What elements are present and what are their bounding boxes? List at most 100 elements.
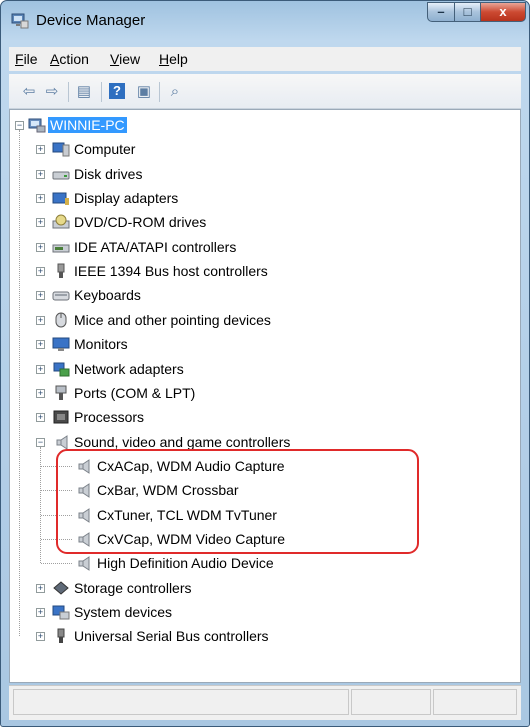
expand-icon[interactable]: + bbox=[36, 583, 45, 593]
tree-node[interactable]: + DVD/CD-ROM drives bbox=[10, 211, 518, 233]
tree-connector-line bbox=[19, 130, 20, 637]
speaker-icon bbox=[74, 555, 92, 572]
tree-node[interactable]: + Mice and other pointing devices bbox=[10, 309, 518, 331]
status-panel-3 bbox=[433, 689, 517, 715]
tree-node-label: High Definition Audio Device bbox=[97, 555, 274, 572]
menu-file[interactable]: File bbox=[15, 51, 38, 67]
expand-icon[interactable]: + bbox=[36, 242, 45, 252]
tree-node-label: Universal Serial Bus controllers bbox=[74, 628, 269, 645]
tree-node-label: Storage controllers bbox=[74, 579, 192, 596]
tree-node[interactable]: + Network adapters bbox=[10, 358, 518, 380]
close-icon: x bbox=[499, 4, 507, 19]
status-panel-2 bbox=[351, 689, 431, 715]
scan-hardware-icon[interactable]: ⌕ bbox=[165, 83, 185, 101]
expand-icon[interactable]: + bbox=[36, 388, 45, 398]
tree-node-label: System devices bbox=[74, 604, 173, 620]
tree-node-label: Ports (COM & LPT) bbox=[74, 384, 196, 401]
toolbar-separator bbox=[101, 82, 102, 102]
device-tree[interactable]: − WINNIE-PC + Computer + Disk drives + Display … bbox=[9, 109, 521, 683]
disk-drive-icon bbox=[52, 166, 70, 182]
processor-icon bbox=[52, 409, 70, 425]
expand-icon[interactable]: + bbox=[36, 608, 45, 617]
menu-help[interactable]: Help bbox=[159, 51, 188, 67]
expand-icon[interactable]: + bbox=[36, 291, 45, 301]
expand-icon[interactable]: + bbox=[36, 169, 45, 179]
computer-network-icon bbox=[28, 117, 46, 133]
tree-node-label: Processors bbox=[74, 409, 145, 426]
storage-controller-icon bbox=[52, 580, 70, 596]
minimize-button[interactable]: – bbox=[427, 2, 455, 22]
port-icon bbox=[52, 385, 70, 401]
tree-node[interactable]: + IEEE 1394 Bus host controllers bbox=[10, 260, 518, 282]
minimize-icon: – bbox=[437, 4, 445, 19]
expand-icon[interactable]: + bbox=[36, 413, 45, 423]
keyboard-icon bbox=[52, 287, 70, 303]
mouse-icon bbox=[52, 312, 70, 328]
expand-icon[interactable]: + bbox=[36, 340, 45, 350]
expand-icon[interactable]: + bbox=[36, 315, 45, 325]
tree-node[interactable]: + Storage controllers bbox=[10, 577, 518, 599]
dvd-drive-icon bbox=[52, 214, 70, 230]
forward-arrow-icon[interactable]: ⇨ bbox=[42, 83, 62, 101]
collapse-icon[interactable]: − bbox=[15, 121, 24, 130]
tree-node[interactable]: + System devices bbox=[10, 601, 518, 623]
tree-node[interactable]: + Ports (COM & LPT) bbox=[10, 382, 518, 404]
window-title: Device Manager bbox=[36, 12, 146, 29]
tree-node-label: Monitors bbox=[74, 336, 128, 353]
tree-node[interactable]: + Processors bbox=[10, 406, 518, 428]
tree-node-label: IDE ATA/ATAPI controllers bbox=[74, 238, 237, 255]
tree-node-label: Disk drives bbox=[74, 165, 143, 182]
tree-node[interactable]: + Computer bbox=[10, 138, 518, 160]
device-manager-icon bbox=[11, 13, 29, 29]
tree-node[interactable]: + IDE ATA/ATAPI controllers bbox=[10, 236, 518, 258]
expand-icon[interactable]: + bbox=[36, 194, 45, 204]
status-bar bbox=[9, 685, 521, 720]
maximize-button[interactable]: □ bbox=[454, 2, 481, 22]
tree-node-label: WINNIE-PC bbox=[48, 117, 127, 133]
expand-icon[interactable]: + bbox=[36, 267, 45, 277]
ieee1394-icon bbox=[52, 263, 70, 279]
expand-icon[interactable]: + bbox=[36, 632, 45, 642]
tree-node-label: IEEE 1394 Bus host controllers bbox=[74, 263, 268, 280]
properties-icon[interactable]: ▤ bbox=[74, 83, 94, 101]
tree-node[interactable]: High Definition Audio Device bbox=[10, 552, 518, 574]
tree-connector-line bbox=[41, 563, 72, 565]
tree-node-label: Computer bbox=[74, 141, 136, 158]
tree-node[interactable]: + Keyboards bbox=[10, 284, 518, 306]
tree-node-label: DVD/CD-ROM drives bbox=[74, 214, 207, 231]
tree-node-label: Mice and other pointing devices bbox=[74, 311, 271, 328]
tree-node-label: Keyboards bbox=[74, 287, 141, 304]
update-driver-icon[interactable]: ▣ bbox=[134, 83, 154, 101]
toolbar: ⇦ ⇨ ▤ ? ▣ ⌕ bbox=[9, 74, 521, 109]
tree-node[interactable]: + Disk drives bbox=[10, 163, 518, 185]
speaker-icon bbox=[52, 434, 70, 450]
tree-node[interactable]: + Monitors bbox=[10, 333, 518, 355]
tree-node[interactable]: + Universal Serial Bus controllers bbox=[10, 625, 518, 647]
monitor-icon bbox=[52, 336, 70, 352]
close-button[interactable]: x bbox=[480, 2, 526, 22]
status-panel-main bbox=[13, 689, 349, 715]
back-arrow-icon[interactable]: ⇦ bbox=[19, 83, 39, 101]
toolbar-separator bbox=[159, 82, 160, 102]
tree-root[interactable]: − WINNIE-PC bbox=[10, 114, 518, 136]
tree-node[interactable]: + Display adapters bbox=[10, 187, 518, 209]
tree-node-label: Network adapters bbox=[74, 360, 184, 377]
system-devices-icon bbox=[52, 604, 70, 620]
menu-action[interactable]: Action bbox=[50, 51, 89, 67]
tree-connector-line bbox=[40, 446, 41, 564]
display-adapter-icon bbox=[52, 190, 70, 206]
help-icon[interactable]: ? bbox=[109, 83, 125, 99]
ide-controller-icon bbox=[52, 239, 70, 255]
menu-view[interactable]: View bbox=[110, 51, 140, 67]
maximize-icon: □ bbox=[463, 4, 472, 19]
device-manager-window: Device Manager – □ x File Action View He… bbox=[0, 0, 530, 727]
tree-node-label: Display adapters bbox=[74, 190, 179, 207]
usb-icon bbox=[52, 628, 70, 644]
expand-icon[interactable]: + bbox=[36, 145, 45, 155]
network-adapter-icon bbox=[52, 361, 70, 377]
collapse-icon[interactable]: − bbox=[36, 437, 45, 447]
expand-icon[interactable]: + bbox=[36, 364, 45, 374]
title-bar[interactable]: Device Manager – □ x bbox=[1, 1, 529, 39]
tree-node-label: Sound, video and game controllers bbox=[74, 433, 291, 450]
expand-icon[interactable]: + bbox=[36, 218, 45, 228]
